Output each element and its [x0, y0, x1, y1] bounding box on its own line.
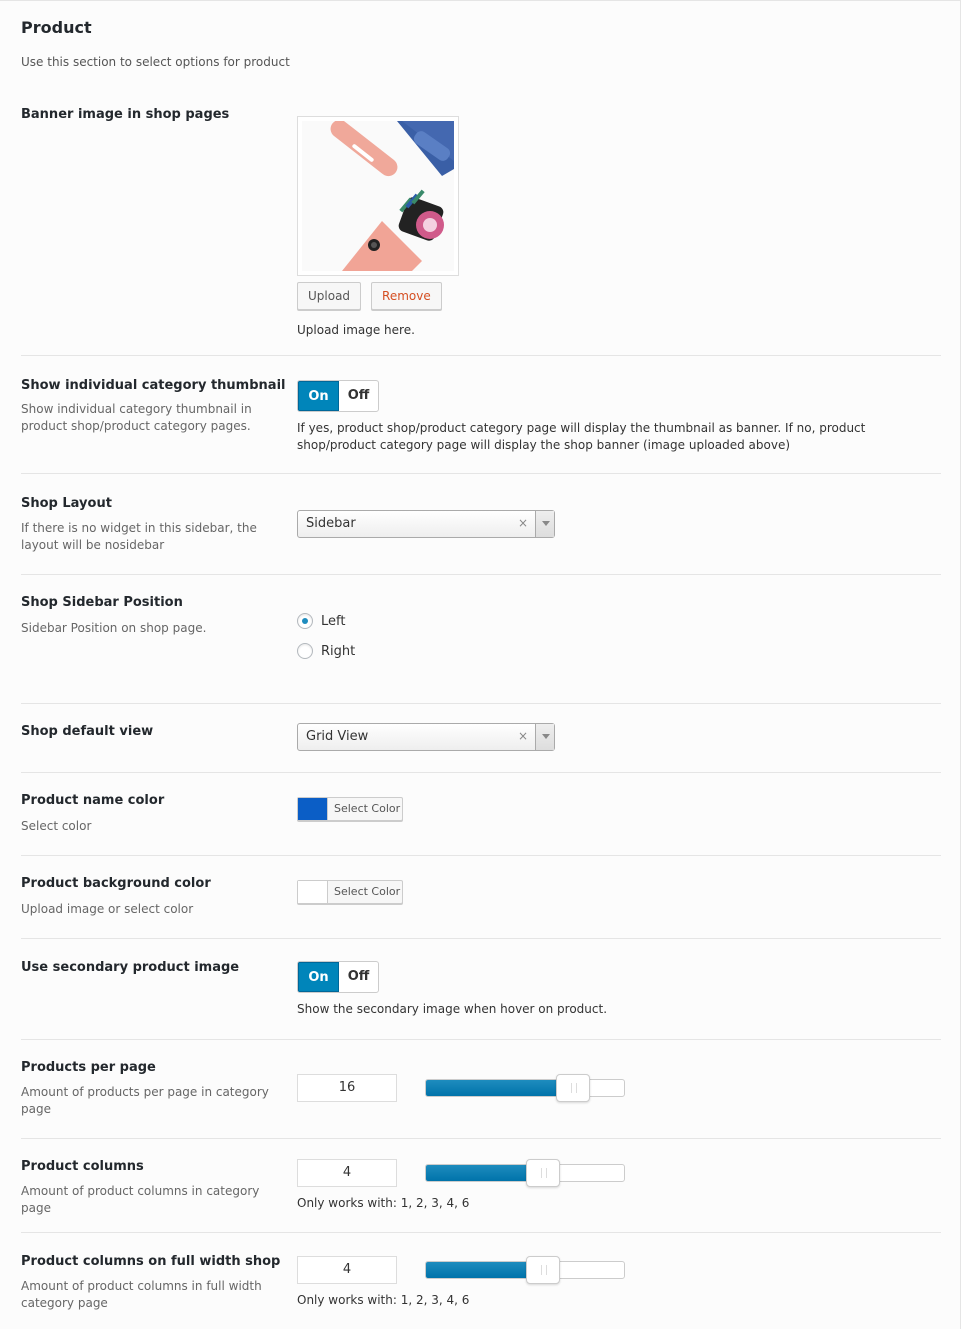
- remove-button[interactable]: Remove: [371, 282, 442, 310]
- columns-full-help: Only works with: 1, 2, 3, 4, 6: [297, 1293, 470, 1307]
- select-color-label[interactable]: Select Color: [328, 798, 402, 820]
- banner-help: Upload image here.: [297, 323, 415, 337]
- default-view-value: Grid View: [306, 729, 369, 744]
- section-title: Product: [21, 18, 92, 37]
- radio-left-dot[interactable]: [297, 613, 313, 629]
- switch-on[interactable]: On: [298, 962, 339, 992]
- name-color-swatch[interactable]: [298, 798, 328, 820]
- background-color-row: Product background color Upload image or…: [21, 856, 941, 939]
- chevron-down-icon[interactable]: [535, 724, 554, 750]
- switch-off[interactable]: Off: [339, 962, 378, 992]
- category-thumbnail-description: Show individual category thumbnail in pr…: [21, 402, 252, 433]
- banner-image: [302, 121, 454, 271]
- columns-label: Product columns: [21, 1159, 144, 1174]
- clear-icon[interactable]: ×: [518, 729, 528, 743]
- sidebar-position-label: Shop Sidebar Position: [21, 595, 183, 610]
- switch-off[interactable]: Off: [339, 381, 378, 411]
- radio-right-label: Right: [321, 643, 356, 659]
- background-color-description: Upload image or select color: [21, 902, 194, 916]
- category-thumbnail-row: Show individual category thumbnail Show …: [21, 356, 941, 474]
- name-color-picker[interactable]: Select Color: [297, 797, 403, 821]
- columns-full-description: Amount of product columns in full width …: [21, 1279, 262, 1310]
- per-page-row: Products per page Amount of products per…: [21, 1040, 941, 1139]
- per-page-label: Products per page: [21, 1060, 156, 1075]
- default-view-label: Shop default view: [21, 724, 154, 739]
- background-color-swatch[interactable]: [298, 881, 328, 903]
- sidebar-position-row: Shop Sidebar Position Sidebar Position o…: [21, 575, 941, 704]
- clear-icon[interactable]: ×: [518, 516, 528, 530]
- category-thumbnail-help: If yes, product shop/product category pa…: [297, 421, 866, 452]
- secondary-image-row: Use secondary product image On Off Show …: [21, 939, 941, 1040]
- slider-handle[interactable]: [525, 1256, 560, 1284]
- columns-full-row: Product columns on full width shop Amoun…: [21, 1233, 941, 1329]
- banner-label: Banner image in shop pages: [21, 107, 230, 122]
- category-thumbnail-switch[interactable]: On Off: [297, 380, 379, 412]
- radio-right-dot[interactable]: [297, 643, 313, 659]
- shop-layout-description: If there is no widget in this sidebar, t…: [21, 521, 257, 552]
- per-page-description: Amount of products per page in category …: [21, 1085, 269, 1116]
- default-view-row: Shop default view Grid View ×: [21, 704, 941, 773]
- select-color-label[interactable]: Select Color: [328, 881, 402, 903]
- chevron-down-icon[interactable]: [535, 511, 554, 537]
- slider-handle[interactable]: [525, 1159, 560, 1187]
- sidebar-position-description: Sidebar Position on shop page.: [21, 621, 207, 635]
- secondary-image-help: Show the secondary image when hover on p…: [297, 1002, 608, 1016]
- background-color-label: Product background color: [21, 876, 211, 891]
- columns-description: Amount of product columns in category pa…: [21, 1184, 260, 1215]
- columns-slider[interactable]: [425, 1159, 625, 1187]
- switch-on[interactable]: On: [298, 381, 339, 411]
- background-color-picker[interactable]: Select Color: [297, 880, 403, 904]
- banner-image-preview[interactable]: [297, 116, 459, 276]
- shop-layout-value: Sidebar: [306, 516, 356, 531]
- section-description: Use this section to select options for p…: [21, 55, 290, 69]
- columns-row: Product columns Amount of product column…: [21, 1139, 941, 1233]
- columns-help: Only works with: 1, 2, 3, 4, 6: [297, 1196, 470, 1210]
- shop-layout-row: Shop Layout If there is no widget in thi…: [21, 474, 941, 575]
- name-color-label: Product name color: [21, 793, 165, 808]
- secondary-image-switch[interactable]: On Off: [297, 961, 379, 993]
- radio-right[interactable]: Right: [297, 641, 355, 661]
- slider-handle[interactable]: [555, 1074, 590, 1102]
- shop-layout-label: Shop Layout: [21, 496, 112, 511]
- columns-full-label: Product columns on full width shop: [21, 1254, 281, 1269]
- banner-row: Banner image in shop pages Upload Remove…: [21, 100, 941, 356]
- name-color-row: Product name color Select color Select C…: [21, 773, 941, 856]
- columns-full-slider[interactable]: [425, 1256, 625, 1284]
- columns-full-input[interactable]: 4: [297, 1256, 397, 1284]
- shop-layout-select[interactable]: Sidebar ×: [297, 510, 555, 538]
- default-view-select[interactable]: Grid View ×: [297, 723, 555, 751]
- columns-input[interactable]: 4: [297, 1159, 397, 1187]
- upload-button[interactable]: Upload: [297, 282, 362, 310]
- name-color-description: Select color: [21, 819, 92, 833]
- per-page-slider[interactable]: [425, 1074, 625, 1102]
- per-page-input[interactable]: 16: [297, 1074, 397, 1102]
- slider-fill: [426, 1080, 573, 1096]
- secondary-image-label: Use secondary product image: [21, 960, 240, 975]
- category-thumbnail-label: Show individual category thumbnail: [21, 378, 286, 393]
- radio-left[interactable]: Left: [297, 611, 355, 631]
- radio-left-label: Left: [321, 613, 346, 629]
